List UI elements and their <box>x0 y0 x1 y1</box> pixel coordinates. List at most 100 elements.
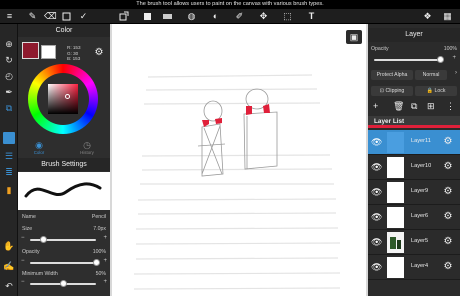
min-width-decrease-button[interactable]: − <box>21 279 25 285</box>
layer-row[interactable]: 👁 Layer6 ⚙ <box>368 205 460 230</box>
color-panel-title: Color <box>18 24 110 37</box>
layer-menu-icon[interactable]: ⋮ <box>446 101 455 112</box>
pen-icon[interactable]: ✒ <box>3 86 15 98</box>
brush-settings-panel: Brush Settings Name Pencil Size 7.0px − … <box>18 158 110 296</box>
copy-layer-icon[interactable]: ⧉ <box>411 101 417 112</box>
protect-alpha-button[interactable]: Protect Alpha <box>371 70 413 80</box>
color-tab-label[interactable]: Color <box>28 150 50 155</box>
add-layer-icon[interactable]: + <box>373 101 378 111</box>
layer-thumbnail <box>387 257 404 278</box>
layer-name: Layer10 <box>411 163 432 169</box>
blur-icon[interactable]: ◍ <box>186 11 197 22</box>
check-icon[interactable]: ✓ <box>78 11 89 22</box>
delete-layer-icon[interactable]: 🗑 <box>393 101 404 112</box>
layers-icon[interactable]: ❖ <box>422 11 433 22</box>
layer-opacity-increase-button[interactable]: + <box>452 55 456 61</box>
layer-thumbnail <box>387 157 404 178</box>
layer-settings-gear-icon[interactable]: ⚙ <box>442 211 454 223</box>
layer-row[interactable]: 👁 Layer10 ⚙ <box>368 155 460 180</box>
layer-name: Layer4 <box>411 263 429 269</box>
min-width-slider-knob[interactable] <box>59 280 67 287</box>
layer-settings-gear-icon[interactable]: ⚙ <box>442 136 454 148</box>
brush-icon[interactable]: ✎ <box>27 11 38 22</box>
secondary-color-swatch[interactable] <box>41 45 56 59</box>
brush-size-value: 7.0px <box>93 226 106 232</box>
sketch-drawing <box>133 74 341 290</box>
layer-opacity-value: 100% <box>443 46 457 52</box>
blend-mode-chevron-icon[interactable]: › <box>455 70 457 76</box>
visibility-eye-icon[interactable]: 👁 <box>371 137 382 148</box>
layer-opacity-slider[interactable] <box>374 59 440 61</box>
layer-row[interactable]: 👁 Layer9 ⚙ <box>368 180 460 205</box>
layer-thumbnail <box>387 207 404 228</box>
lock-label: Lock <box>434 88 446 94</box>
layer-settings-gear-icon[interactable]: ⚙ <box>442 261 454 273</box>
dropper-icon[interactable]: ⧉ <box>3 102 15 114</box>
visibility-eye-icon[interactable]: 👁 <box>371 212 382 223</box>
color-settings-gear-icon[interactable]: ⚙ <box>93 47 105 59</box>
layer-row[interactable]: 👁 Layer4 ⚙ <box>368 255 460 280</box>
rgb-b: B: 153 <box>67 56 81 61</box>
gradient-icon[interactable] <box>162 11 173 22</box>
pen-pressure-icon[interactable]: ✍ <box>3 260 15 272</box>
saturation-value-square[interactable] <box>48 84 78 114</box>
size-decrease-button[interactable]: − <box>21 235 25 241</box>
color-picker-cursor[interactable] <box>65 94 70 99</box>
opacity-increase-button[interactable]: + <box>103 258 107 264</box>
move-icon[interactable]: ✥ <box>258 11 269 22</box>
min-width-label: Minimum Width <box>22 271 58 277</box>
list-icon[interactable]: ☰ <box>3 150 15 162</box>
primary-color-swatch[interactable] <box>22 42 39 59</box>
zoom-icon[interactable]: ⊕ <box>3 38 15 50</box>
rgb-readout: R: 153 G: 30 B: 153 <box>67 45 81 62</box>
bucket-icon[interactable] <box>142 11 153 22</box>
visibility-eye-icon[interactable]: 👁 <box>371 187 382 198</box>
select-icon[interactable]: ⬚ <box>282 11 293 22</box>
layer-thumbnail <box>387 132 404 153</box>
layer-more-icon[interactable]: ⊞ <box>427 101 435 112</box>
undo-icon[interactable]: ↶ <box>3 280 15 292</box>
brush-name-value[interactable]: Pencil <box>92 214 106 220</box>
eraser-icon[interactable]: ⌫ <box>44 11 57 22</box>
brush-panel-icon[interactable]: ≣ <box>3 166 15 178</box>
layer-settings-gear-icon[interactable]: ⚙ <box>442 236 454 248</box>
eyedropper-icon[interactable]: ✐ <box>234 11 245 22</box>
layer-settings-gear-icon[interactable]: ⚙ <box>442 186 454 198</box>
layer-panel-title: Layer <box>368 28 460 42</box>
rgb-r: R: 153 <box>67 45 81 50</box>
visibility-eye-icon[interactable]: 👁 <box>371 262 382 273</box>
rect-select-icon[interactable] <box>61 11 72 22</box>
min-width-increase-button[interactable]: + <box>103 279 107 285</box>
size-slider-knob[interactable] <box>39 236 47 243</box>
blend-mode-select[interactable]: Normal <box>415 70 447 80</box>
layer-row[interactable]: 👁 Layer11 ⚙ <box>368 130 460 155</box>
material-icon[interactable]: ▮ <box>3 184 15 196</box>
hue-wheel[interactable] <box>28 64 98 134</box>
visibility-eye-icon[interactable]: 👁 <box>371 237 382 248</box>
text-icon[interactable]: T <box>306 11 317 22</box>
adjust-icon[interactable]: ◴ <box>3 70 15 82</box>
grid-icon[interactable]: ▦ <box>442 11 453 22</box>
size-increase-button[interactable]: + <box>103 235 107 241</box>
layer-name: Layer5 <box>411 238 429 244</box>
lock-button[interactable]: 🔒 Lock <box>415 86 457 96</box>
opacity-slider[interactable] <box>30 262 96 264</box>
layer-name: Layer11 <box>411 138 431 144</box>
rotate-icon[interactable]: ↻ <box>3 54 15 66</box>
clipping-label: Clipping <box>385 88 405 94</box>
opacity-decrease-button[interactable]: − <box>21 258 25 264</box>
layer-opacity-knob[interactable] <box>436 56 444 63</box>
visibility-eye-icon[interactable]: 👁 <box>371 162 382 173</box>
layer-settings-gear-icon[interactable]: ⚙ <box>442 161 454 173</box>
transform-icon[interactable] <box>118 11 129 22</box>
menu-icon[interactable]: ≡ <box>4 11 15 22</box>
drawing-canvas[interactable]: ▣ <box>112 24 366 296</box>
hand-icon[interactable]: ✋ <box>3 240 15 252</box>
canvas-menu-icon[interactable]: ▣ <box>346 30 362 44</box>
clipping-button[interactable]: ⊡ Clipping <box>371 86 413 96</box>
layer-row[interactable]: 👁 Layer5 ⚙ <box>368 230 460 255</box>
opacity-slider-knob[interactable] <box>92 259 100 266</box>
history-tab-label[interactable]: History <box>76 150 98 155</box>
color-panel-icon[interactable] <box>3 132 15 144</box>
smudge-icon[interactable]: ◐ <box>210 11 221 22</box>
